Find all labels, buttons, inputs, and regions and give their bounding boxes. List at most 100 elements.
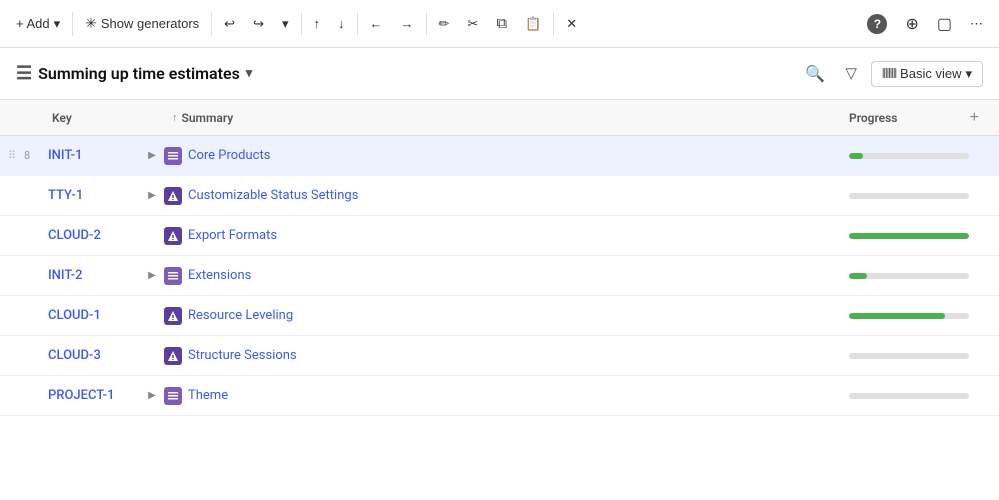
up-icon: ↑ bbox=[314, 16, 321, 31]
show-generators-button[interactable]: ✳ Show generators bbox=[77, 11, 207, 36]
row-key[interactable]: TTY-1 bbox=[44, 188, 144, 203]
table-row[interactable]: PROJECT-1 ▶ Theme bbox=[0, 376, 999, 416]
table-row[interactable]: TTY-1 ▶ Customizable Status Settings bbox=[0, 176, 999, 216]
undo-button[interactable]: ↩ bbox=[216, 12, 243, 36]
circle-arrow-button[interactable]: ⊕ bbox=[897, 10, 926, 38]
add-button[interactable]: + Add ▾ bbox=[8, 12, 68, 36]
divider-5 bbox=[426, 12, 427, 36]
view-label: Basic view bbox=[900, 66, 961, 81]
progress-bar-fill bbox=[849, 273, 867, 279]
progress-bar-background bbox=[849, 273, 969, 279]
progress-bar-fill bbox=[849, 153, 863, 159]
more-button[interactable]: ⋯ bbox=[962, 12, 991, 36]
progress-bar-fill bbox=[849, 233, 969, 239]
row-progress-cell bbox=[841, 233, 991, 239]
header-bar: ☰ Summing up time estimates ▾ 🔍 ▽ ⦀⦀⦀ Ba… bbox=[0, 48, 999, 100]
redo-button[interactable]: ↪ bbox=[245, 12, 272, 36]
row-summary: Theme bbox=[160, 387, 841, 405]
issue-type-icon bbox=[164, 347, 182, 365]
row-key[interactable]: CLOUD-2 bbox=[44, 228, 144, 243]
row-progress-cell bbox=[841, 313, 991, 319]
expand-toggle[interactable]: ▶ bbox=[144, 390, 160, 401]
expand-toggle[interactable]: ▶ bbox=[144, 190, 160, 201]
issue-type-icon bbox=[164, 387, 182, 405]
move-up-button[interactable]: ↑ bbox=[306, 12, 329, 35]
edit-button[interactable]: ✏ bbox=[431, 12, 458, 36]
row-progress-cell bbox=[841, 153, 991, 159]
progress-bar-fill bbox=[849, 313, 945, 319]
issue-type-icon bbox=[164, 147, 182, 165]
table-header: Key ↑ Summary Progress + bbox=[0, 100, 999, 136]
generators-icon: ✳ bbox=[85, 15, 97, 32]
issue-name[interactable]: Core Products bbox=[188, 148, 270, 163]
table-row[interactable]: ⠿ 8 INIT-1 ▶ Core Products bbox=[0, 136, 999, 176]
table-row[interactable]: CLOUD-3 Structure Sessions bbox=[0, 336, 999, 376]
drag-handle: ⠿ bbox=[8, 149, 24, 162]
view-chevron-icon: ▾ bbox=[965, 66, 972, 82]
paste-button[interactable]: 📋 bbox=[517, 12, 549, 36]
row-summary: Resource Leveling bbox=[160, 307, 841, 325]
add-column-button[interactable]: + bbox=[966, 109, 983, 127]
paste-icon: 📋 bbox=[525, 16, 541, 32]
expand-toggle[interactable]: ▶ bbox=[144, 150, 160, 161]
row-key[interactable]: INIT-1 bbox=[44, 148, 144, 163]
progress-bar-background bbox=[849, 233, 969, 239]
move-down-button[interactable]: ↓ bbox=[330, 12, 353, 35]
expand-toggle[interactable]: ▶ bbox=[144, 270, 160, 281]
issue-type-icon bbox=[164, 267, 182, 285]
divider-2 bbox=[211, 12, 212, 36]
toolbar-dropdown-button[interactable]: ▾ bbox=[274, 12, 297, 36]
expand-icon: ▢ bbox=[937, 14, 952, 34]
issue-type-icon bbox=[164, 227, 182, 245]
issue-name[interactable]: Structure Sessions bbox=[188, 348, 297, 363]
row-progress-cell bbox=[841, 393, 991, 399]
issue-name[interactable]: Theme bbox=[188, 388, 228, 403]
view-selector-button[interactable]: ⦀⦀⦀ Basic view ▾ bbox=[871, 61, 983, 87]
divider-1 bbox=[72, 12, 73, 36]
table-body: ⠿ 8 INIT-1 ▶ Core Products TTY-1 ▶ Custo… bbox=[0, 136, 999, 416]
issue-name[interactable]: Extensions bbox=[188, 268, 251, 283]
add-chevron-icon: ▾ bbox=[54, 16, 61, 32]
summary-column-header[interactable]: ↑ Summary bbox=[164, 111, 841, 125]
issue-type-icon bbox=[164, 187, 182, 205]
row-key[interactable]: INIT-2 bbox=[44, 268, 144, 283]
filter-icon: ▽ bbox=[845, 65, 857, 82]
expand-button[interactable]: ▢ bbox=[929, 10, 960, 38]
divider-3 bbox=[301, 12, 302, 36]
edit-icon: ✏ bbox=[439, 16, 450, 32]
cut-icon: ✂ bbox=[467, 16, 478, 32]
table-row[interactable]: CLOUD-1 Resource Leveling bbox=[0, 296, 999, 336]
key-column-header: Key bbox=[44, 111, 164, 125]
issue-name[interactable]: Customizable Status Settings bbox=[188, 188, 358, 203]
row-key[interactable]: CLOUD-1 bbox=[44, 308, 144, 323]
more-icon: ⋯ bbox=[970, 16, 983, 32]
progress-column-header: Progress + bbox=[841, 109, 991, 127]
table-row[interactable]: INIT-2 ▶ Extensions bbox=[0, 256, 999, 296]
generators-label: Show generators bbox=[101, 16, 199, 31]
row-key[interactable]: PROJECT-1 bbox=[44, 388, 144, 403]
cut-button[interactable]: ✂ bbox=[459, 12, 486, 36]
delete-button[interactable]: ✕ bbox=[558, 12, 585, 36]
progress-bar-background bbox=[849, 393, 969, 399]
copy-icon: ⧉ bbox=[496, 15, 507, 32]
table-row[interactable]: CLOUD-2 Export Formats bbox=[0, 216, 999, 256]
row-key[interactable]: CLOUD-3 bbox=[44, 348, 144, 363]
undo-icon: ↩ bbox=[224, 16, 235, 32]
row-progress-cell bbox=[841, 193, 991, 199]
progress-bar-background bbox=[849, 313, 969, 319]
view-bars-icon: ⦀⦀⦀ bbox=[882, 66, 896, 82]
search-button[interactable]: 🔍 bbox=[799, 60, 831, 88]
row-summary: Structure Sessions bbox=[160, 347, 841, 365]
table: Key ↑ Summary Progress + ⠿ 8 INIT-1 ▶ Co… bbox=[0, 100, 999, 416]
back-button[interactable]: ← bbox=[362, 12, 391, 35]
filter-button[interactable]: ▽ bbox=[839, 60, 863, 87]
help-button[interactable]: ? bbox=[859, 10, 895, 38]
copy-button[interactable]: ⧉ bbox=[488, 11, 515, 36]
forward-button[interactable]: → bbox=[393, 12, 422, 35]
divider-4 bbox=[357, 12, 358, 36]
page-title[interactable]: ☰ Summing up time estimates ▾ bbox=[16, 63, 252, 84]
progress-bar-background bbox=[849, 353, 969, 359]
help-icon: ? bbox=[867, 14, 887, 34]
issue-name[interactable]: Resource Leveling bbox=[188, 308, 293, 323]
issue-name[interactable]: Export Formats bbox=[188, 228, 277, 243]
